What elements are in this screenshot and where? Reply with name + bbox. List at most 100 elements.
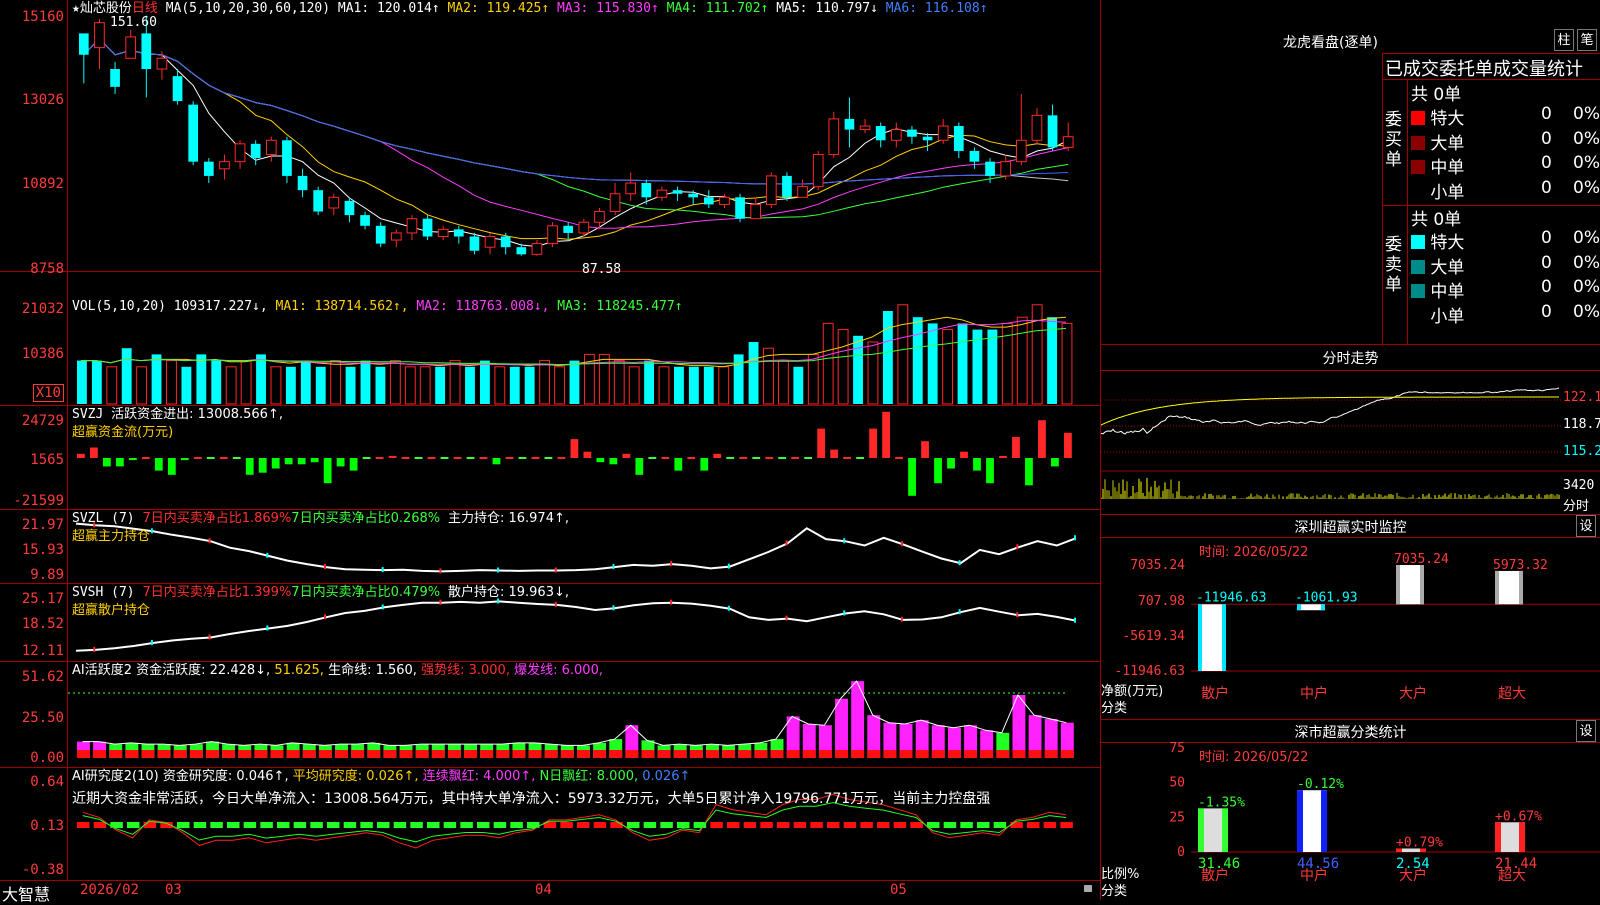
svzj-panel[interactable]: 24729 1565 -21599 SVZJ 活跃资金进出: 13008.566… xyxy=(0,406,1100,510)
candle-body xyxy=(1015,139,1027,163)
color-swatch xyxy=(1411,111,1425,125)
favorite-star-icon[interactable]: ★ xyxy=(72,1,80,16)
holding-tick xyxy=(900,616,903,622)
lhb-tab[interactable]: 已成交委托单成交量统计 xyxy=(1382,53,1600,80)
vol-label: VOL(5,10,20) xyxy=(72,299,166,314)
candle-body xyxy=(422,218,433,237)
research-bar xyxy=(260,822,273,828)
flow-bar xyxy=(258,458,267,473)
stats-change-label: +0.79% xyxy=(1396,835,1443,850)
stats-change-label: +0.67% xyxy=(1495,809,1542,824)
app-logo[interactable]: 大智慧 xyxy=(2,881,50,905)
activity-base xyxy=(593,750,607,758)
flow-bar xyxy=(362,457,371,459)
volume-plot[interactable] xyxy=(68,272,1100,405)
candle-body xyxy=(797,186,808,198)
row-count: 0 xyxy=(1541,104,1552,124)
ai-research-panel[interactable]: 0.64 0.13 -0.38 AI研究度2(10) 资金研究度: 0.046↑… xyxy=(0,768,1100,880)
research-bar xyxy=(810,822,823,828)
intraday-price-label: 115.2 xyxy=(1563,444,1600,459)
bar-mode-button[interactable]: 柱 xyxy=(1554,29,1574,51)
row-label: 大单 xyxy=(1425,133,1465,154)
research-bar xyxy=(210,822,223,828)
tick-mode-button[interactable]: 笔 xyxy=(1577,29,1597,51)
kline-panel[interactable]: 15160 13026 10892 8758 ★灿芯股份日线 MA(5,10,2… xyxy=(0,0,1100,277)
ma60-line xyxy=(83,37,1069,185)
volume-bar xyxy=(330,360,342,405)
candle-body xyxy=(360,215,370,226)
research-bar xyxy=(460,822,473,828)
candle-body xyxy=(922,136,933,141)
row-count: 0 xyxy=(1541,177,1552,198)
intraday-chart[interactable] xyxy=(1101,345,1600,515)
activity-base xyxy=(996,750,1010,758)
svsh-panel[interactable]: 25.17 18.52 12.11 SVSH (7) 7日内买卖净占比1.399… xyxy=(0,584,1100,662)
row-percent: 0% xyxy=(1573,153,1600,173)
realtime-monitor-panel[interactable]: 深圳超赢实时监控 设 时间: 2026/05/22 7035.24 707.98-… xyxy=(1101,515,1600,720)
flow-bar xyxy=(596,458,605,463)
volume-panel[interactable]: 21032 10386 X10 VOL(5,10,20) 109317.227↓… xyxy=(0,272,1100,406)
research-bar xyxy=(193,822,207,828)
monitor-bar-chart[interactable]: 7035.24 707.98 -5619.34 -11946.63 -11946.63 散… xyxy=(1101,515,1600,720)
svzl-panel[interactable]: 21.97 15.93 9.89 SVZL (7) 7日内买卖净占比1.869%… xyxy=(0,510,1100,584)
volume-chart[interactable] xyxy=(68,272,1100,406)
flow-bar xyxy=(492,458,501,465)
stats-bar-chart[interactable]: 7550250-1.35%31.46散户-0.12%44.56中户+0.79%2… xyxy=(1101,720,1600,900)
vol-ma2: MA2: 118763.008↓, xyxy=(416,299,550,314)
svzl-red-ratio: 7日内买卖净占比1.869% xyxy=(142,511,292,526)
activity-base xyxy=(447,750,461,758)
monitor-xlabel: 分类 xyxy=(1101,701,1128,716)
candle-body xyxy=(484,235,496,248)
candle-body xyxy=(844,118,855,130)
candle-body xyxy=(609,193,621,213)
category-stats-panel[interactable]: 深市超赢分类统计 设 时间: 2026/05/22 75 50 25 0 -1.35% 3… xyxy=(1101,720,1600,900)
research-bar xyxy=(243,822,257,828)
intraday-avg-line xyxy=(1101,396,1559,426)
candle-body xyxy=(156,57,168,70)
volume-bar xyxy=(613,360,625,405)
activity-base xyxy=(867,750,881,758)
stock-name[interactable]: 灿芯股份 xyxy=(80,1,132,16)
candle-body xyxy=(578,221,590,234)
candle-body xyxy=(500,236,511,248)
candle-body xyxy=(937,125,949,141)
activity-base xyxy=(915,750,929,758)
kline-chart[interactable] xyxy=(68,0,1100,272)
lock-icon xyxy=(1084,885,1092,892)
research-bar xyxy=(293,822,307,828)
volume-bar xyxy=(688,366,699,404)
volume-bar xyxy=(121,348,132,404)
monitor-bar xyxy=(1198,604,1226,671)
stats-category-label: 散户 xyxy=(1201,867,1229,884)
flow-bar xyxy=(921,441,929,458)
research-bar xyxy=(860,822,873,828)
candle-body xyxy=(344,200,355,216)
flow-bar xyxy=(427,457,436,459)
ai-research-axis: 0.64 0.13 -0.38 xyxy=(0,768,68,880)
candle-body xyxy=(656,189,668,198)
monitor-bar-edge xyxy=(1396,565,1400,605)
intraday-panel[interactable]: 分时走势 122.1 118.7 115.2 3420 分时 xyxy=(1101,345,1600,515)
candle-body xyxy=(453,229,464,237)
candle-body xyxy=(437,228,449,237)
lhb-total: 共 0单 xyxy=(1411,210,1462,230)
flow-bar xyxy=(843,457,852,459)
volume-bar xyxy=(628,366,640,405)
activity-base xyxy=(222,750,236,758)
research-bar xyxy=(910,822,923,828)
holding-tick xyxy=(900,541,903,547)
ai-activity-panel[interactable]: 51.62 25.50 0.00 AI活跃度2 资金活跃度: 22.428↓, … xyxy=(0,662,1100,768)
vol-ma1: MA1: 138714.562↑, xyxy=(275,299,409,314)
candle-body xyxy=(172,76,183,102)
axis-label: -5619.34 xyxy=(1122,629,1185,644)
period-label[interactable]: 日线 xyxy=(132,1,158,16)
flow-bar xyxy=(414,457,423,459)
activity-bar xyxy=(835,698,848,758)
stats-bar-edge xyxy=(1222,808,1228,852)
row-label: 小单 xyxy=(1425,306,1465,327)
flow-bar xyxy=(245,458,254,475)
flow-bar xyxy=(401,457,410,459)
kline-plot[interactable] xyxy=(68,0,1100,271)
research-bar xyxy=(393,822,407,828)
candle-body xyxy=(890,129,902,141)
